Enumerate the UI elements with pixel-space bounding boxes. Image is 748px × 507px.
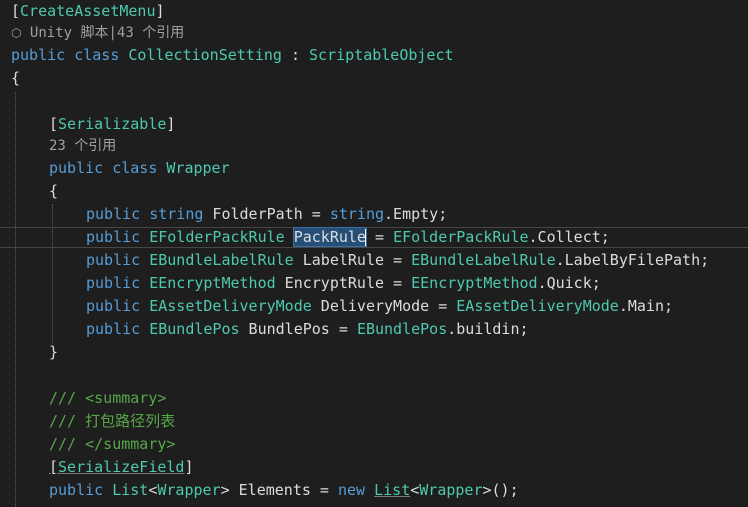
code-line-16[interactable]: } — [0, 341, 748, 364]
keyword: public — [86, 320, 141, 338]
field-name: DeliveryMode — [311, 297, 430, 315]
equals: = — [429, 297, 457, 315]
base-class-name: ScriptableObject — [309, 46, 454, 64]
attribute-name: CreateAssetMenu — [20, 2, 156, 20]
member-access: .Quick; — [537, 274, 601, 292]
unity-cube-icon: ⬡ — [11, 26, 22, 40]
keyword: public — [86, 274, 141, 292]
member-access: .Empty; — [384, 205, 448, 223]
code-line-14[interactable]: public EAssetDeliveryMode DeliveryMode =… — [0, 295, 748, 318]
attr-bracket-open: [ — [49, 458, 59, 476]
code-line-4[interactable]: { — [0, 67, 748, 90]
code-line-13[interactable]: public EEncryptMethod EncryptRule = EEnc… — [0, 272, 748, 295]
doc-comment-text: 打包路径列表 — [85, 412, 176, 430]
field-name-highlighted[interactable]: PackRule — [292, 227, 367, 247]
type-name: EFolderPackRule — [149, 228, 285, 246]
equals: = — [310, 481, 338, 499]
type-name: EAssetDeliveryMode — [456, 297, 619, 315]
attribute-name: Serializable — [58, 115, 167, 133]
type-name: EEncryptMethod — [411, 274, 538, 292]
type-name: EBundlePos — [149, 320, 240, 338]
class-name: CollectionSetting — [128, 46, 282, 64]
angle-open: < — [410, 481, 420, 499]
equals: = — [329, 320, 357, 338]
field-name: EncryptRule — [275, 274, 385, 292]
equals: = — [365, 228, 394, 246]
keyword: public — [86, 251, 141, 269]
type-name: string — [149, 205, 204, 223]
equals: = — [384, 274, 412, 292]
code-line-3[interactable]: public class CollectionSetting : Scripta… — [0, 44, 748, 67]
member-access: .Main; — [618, 297, 674, 315]
angle-close: > — [482, 481, 492, 499]
equals: = — [384, 251, 412, 269]
code-line-21[interactable]: [SerializeField] — [0, 456, 748, 479]
brace: } — [49, 343, 59, 361]
doc-comment-slashes: /// — [49, 412, 86, 430]
type-name: List — [112, 481, 149, 499]
attr-bracket-close: ] — [184, 458, 194, 476]
keyword: public — [11, 46, 66, 64]
type-name: EBundleLabelRule — [149, 251, 294, 269]
member-access: .buildin; — [447, 320, 529, 338]
codelens-line-7[interactable]: 23 个引用 — [0, 136, 748, 157]
code-line-20[interactable]: /// </summary> — [0, 433, 748, 456]
angle-close: > — [220, 481, 230, 499]
keyword: public — [86, 297, 141, 315]
codelens-line-2[interactable]: ⬡ Unity 脚本|43 个引用 — [0, 23, 748, 44]
attr-bracket-close: ] — [155, 2, 165, 20]
doc-comment-tag: <summary> — [85, 389, 167, 407]
code-line-1[interactable]: [CreateAssetMenu] — [0, 0, 748, 23]
codelens-references[interactable]: Unity 脚本|43 个引用 — [30, 25, 184, 41]
member-access: .Collect; — [528, 228, 610, 246]
code-line-19[interactable]: /// 打包路径列表 — [0, 410, 748, 433]
brace: { — [11, 69, 21, 87]
type-name: EFolderPackRule — [393, 228, 529, 246]
attribute-name: SerializeField — [58, 458, 185, 476]
type-argument: Wrapper — [157, 481, 221, 499]
doc-comment-tag: </summary> — [85, 435, 176, 453]
code-line-12[interactable]: public EBundleLabelRule LabelRule = EBun… — [0, 249, 748, 272]
codelens-references[interactable]: 23 个引用 — [49, 138, 116, 154]
keyword: class — [112, 159, 158, 177]
keyword: public — [86, 205, 141, 223]
keyword: public — [49, 159, 104, 177]
code-line-11[interactable]: public EFolderPackRule PackRule = EFolde… — [0, 226, 748, 249]
doc-comment-slashes: /// — [49, 389, 86, 407]
field-name: LabelRule — [293, 251, 385, 269]
keyword: class — [74, 46, 120, 64]
keyword: public — [86, 228, 141, 246]
code-line-9[interactable]: { — [0, 180, 748, 203]
field-name: Elements — [229, 481, 311, 499]
field-name: BundlePos — [239, 320, 330, 338]
type-name: EBundlePos — [356, 320, 448, 338]
equals: = — [302, 205, 330, 223]
attr-bracket-open: [ — [49, 115, 59, 133]
type-name: EAssetDeliveryMode — [149, 297, 312, 315]
type-name: List — [374, 481, 411, 499]
code-line-10[interactable]: public string FolderPath = string.Empty; — [0, 203, 748, 226]
code-line-22[interactable]: public List<Wrapper> Elements = new List… — [0, 479, 748, 502]
class-name: Wrapper — [166, 159, 230, 177]
brace: { — [49, 182, 59, 200]
code-line-8[interactable]: public class Wrapper — [0, 157, 748, 180]
code-line-6[interactable]: [Serializable] — [0, 113, 748, 136]
keyword: public — [49, 481, 104, 499]
code-line-15[interactable]: public EBundlePos BundlePos = EBundlePos… — [0, 318, 748, 341]
member-access: .LabelByFilePath; — [555, 251, 710, 269]
attr-bracket-close: ] — [166, 115, 176, 133]
field-name: FolderPath — [203, 205, 303, 223]
code-editor[interactable]: [CreateAssetMenu] ⬡ Unity 脚本|43 个引用 publ… — [0, 0, 748, 507]
code-line-18[interactable]: /// <summary> — [0, 387, 748, 410]
doc-comment-slashes: /// — [49, 435, 86, 453]
keyword: new — [338, 481, 366, 499]
type-name: EBundleLabelRule — [411, 251, 556, 269]
type-argument: Wrapper — [419, 481, 483, 499]
colon: : — [281, 46, 310, 64]
type-name: EEncryptMethod — [149, 274, 276, 292]
attr-bracket-open: [ — [11, 2, 21, 20]
type-name: string — [329, 205, 385, 223]
invocation: (); — [491, 481, 519, 499]
